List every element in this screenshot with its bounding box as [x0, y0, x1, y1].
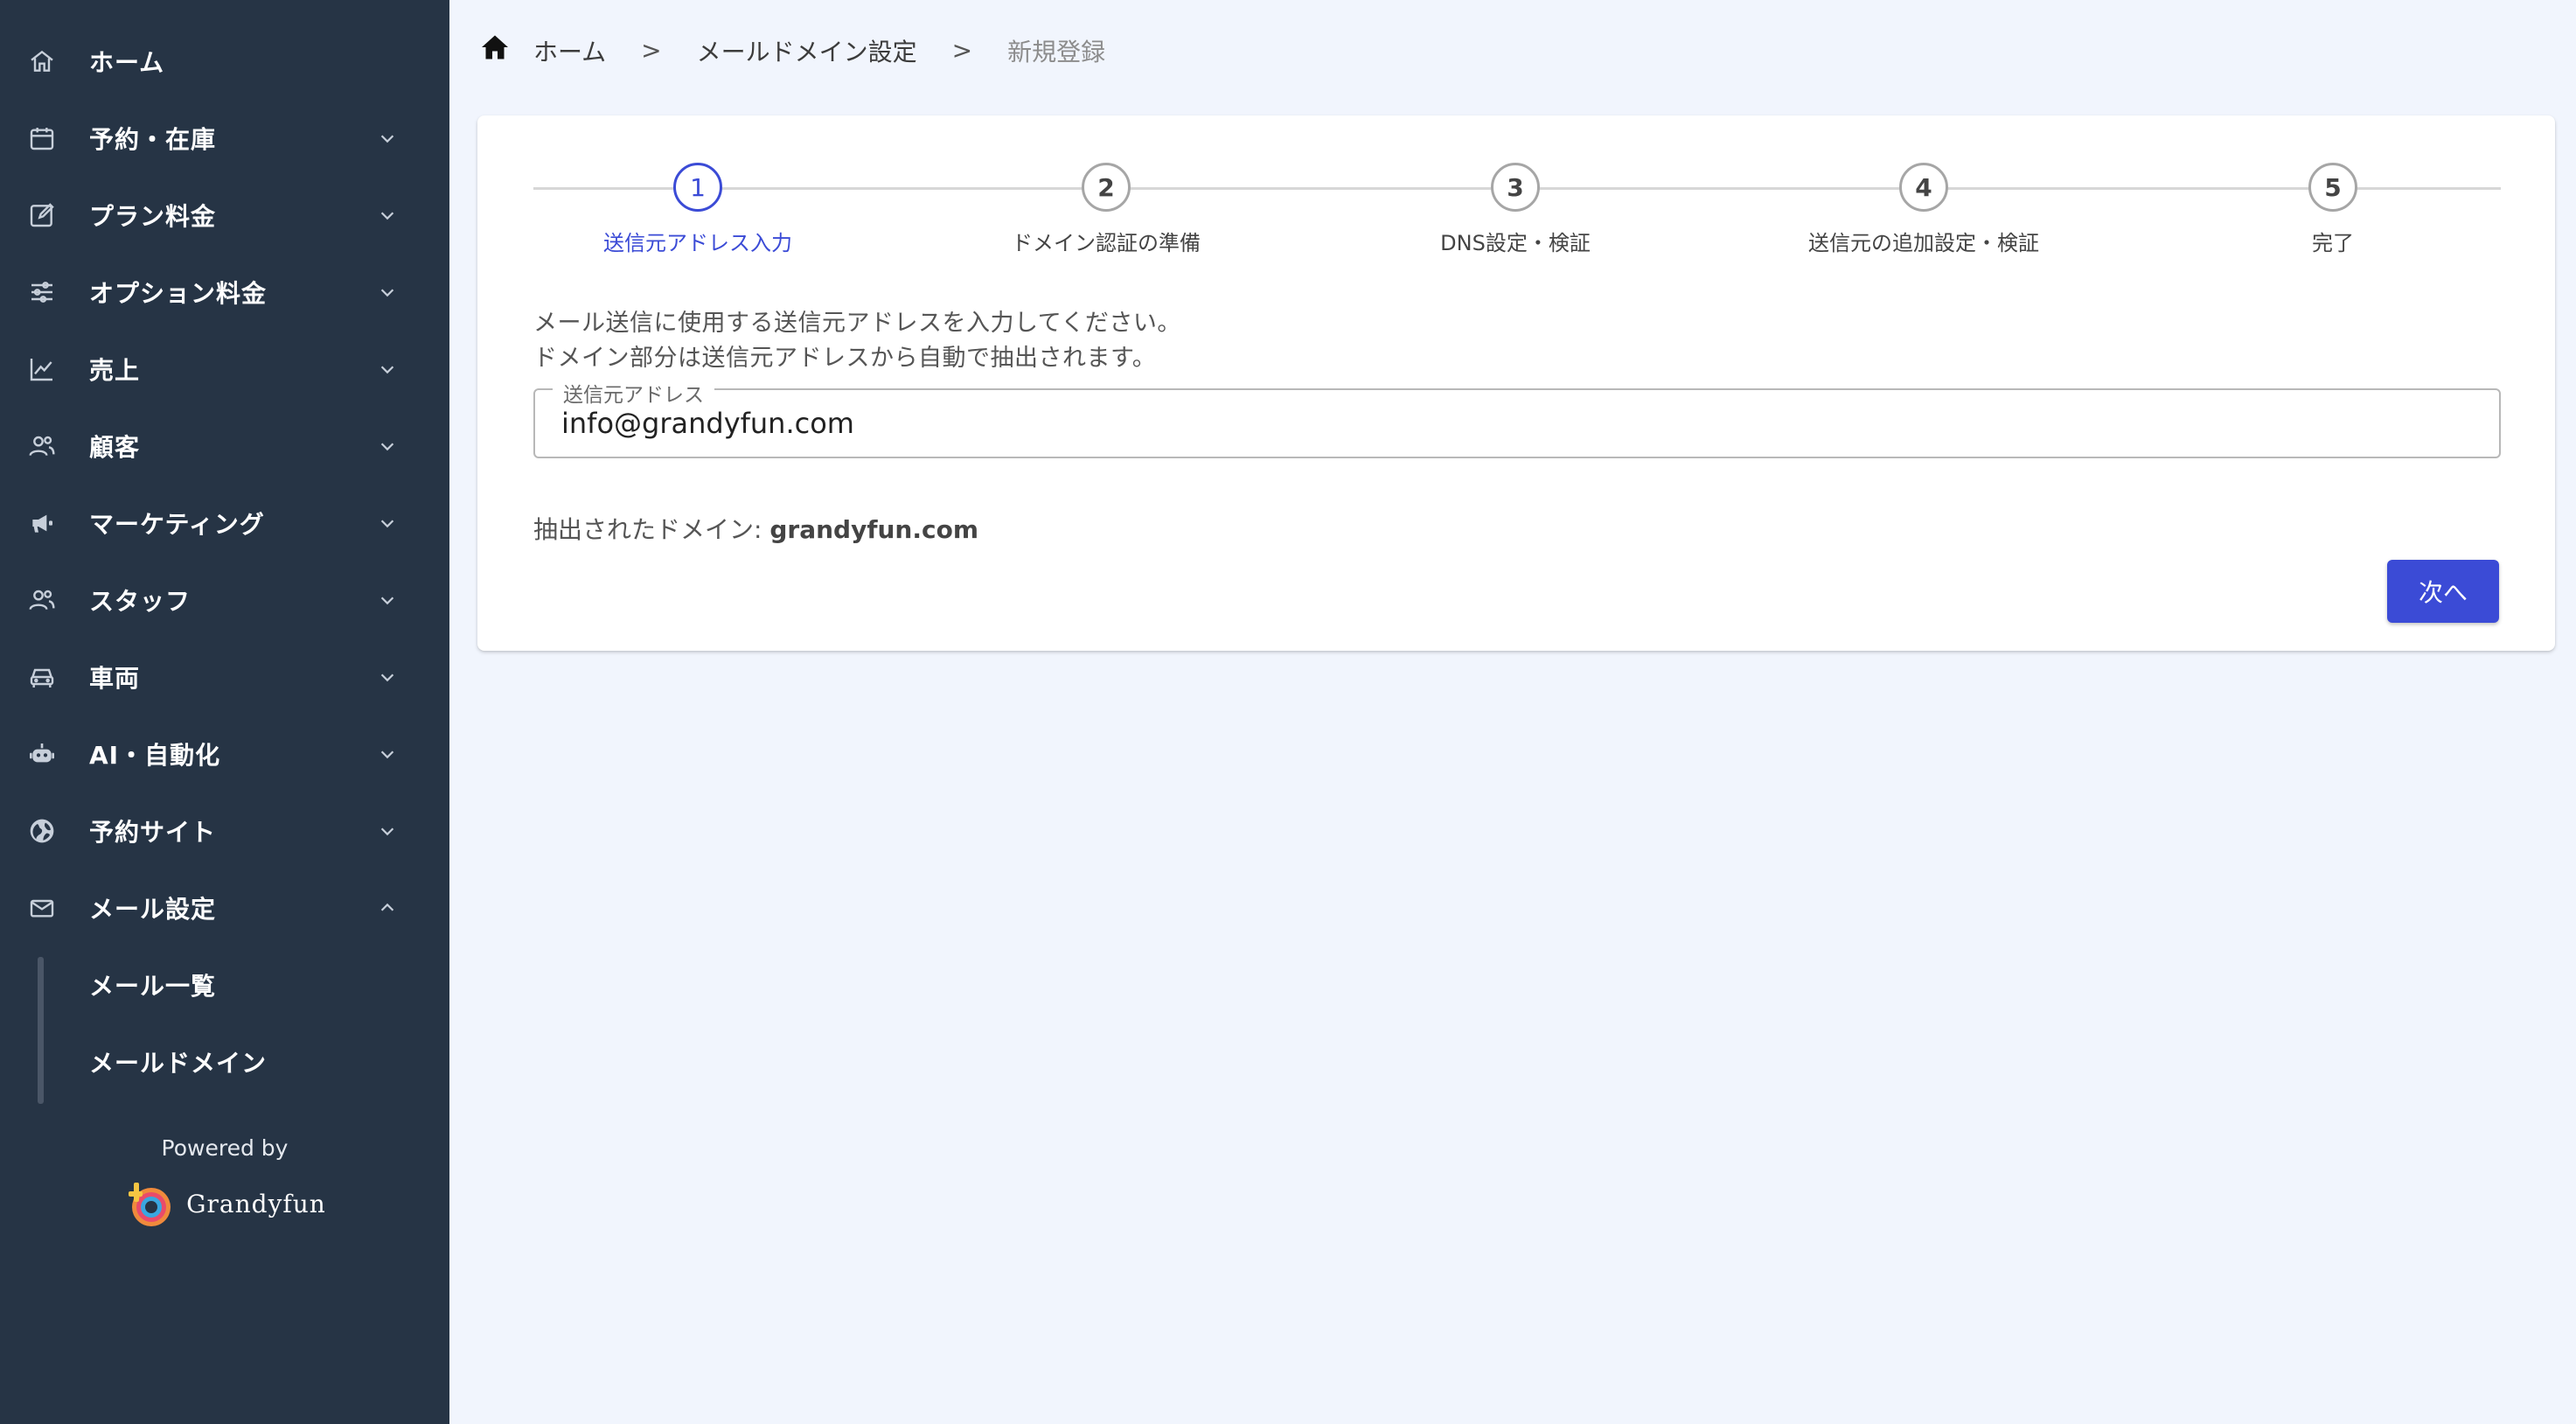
sidebar-subitem-mail-domain[interactable]: メールドメイン: [89, 1023, 449, 1100]
next-button[interactable]: 次へ: [2387, 560, 2499, 623]
brand-logo: Grandyfun: [0, 1177, 449, 1230]
step-1: 1 送信元アドレス入力: [567, 154, 829, 256]
sidebar-item-vehicles[interactable]: 車両: [0, 639, 449, 715]
chevron-down-icon: [378, 129, 397, 148]
breadcrumb-separator: >: [641, 36, 662, 65]
sliders-icon: [26, 276, 58, 308]
step-number: 2: [1082, 163, 1131, 212]
sidebar-item-label: 売上: [89, 356, 141, 385]
extracted-domain-value: grandyfun.com: [769, 515, 979, 544]
app-root: ホーム 予約・在庫 プラン料金 オプション料金 売上 顧客 マーケティング スタ…: [0, 0, 2576, 1424]
chevron-down-icon: [378, 283, 397, 302]
sidebar-item-label: プラン料金: [89, 202, 217, 231]
robot-icon: [26, 738, 58, 770]
users-icon: [26, 430, 58, 462]
step-2: 2 ドメイン認証の準備: [975, 154, 1237, 256]
globe-icon: [26, 815, 58, 847]
step-label: 送信元の追加設定・検証: [1808, 231, 2039, 255]
stepper: 1 送信元アドレス入力 2 ドメイン認証の準備 3 DNS設定・検証 4 送信元…: [533, 154, 2501, 259]
registration-card: 1 送信元アドレス入力 2 ドメイン認証の準備 3 DNS設定・検証 4 送信元…: [477, 115, 2555, 651]
chevron-up-icon: [378, 898, 397, 918]
step-5: 5 完了: [2202, 154, 2464, 256]
sidebar-item-home[interactable]: ホーム: [0, 23, 449, 100]
extracted-domain-label: 抽出されたドメイン:: [533, 515, 770, 544]
breadcrumb: ホーム > メールドメイン設定 > 新規登録: [479, 31, 1105, 69]
breadcrumb-home[interactable]: ホーム: [533, 33, 606, 68]
chevron-down-icon: [378, 590, 397, 610]
chevron-down-icon: [378, 667, 397, 687]
mail-icon: [26, 892, 58, 924]
step-number: 4: [1899, 163, 1948, 212]
sidebar-item-plan-pricing[interactable]: プラン料金: [0, 177, 449, 254]
chevron-down-icon: [378, 744, 397, 764]
breadcrumb-current: 新規登録: [1007, 37, 1106, 66]
step-number: 3: [1491, 163, 1540, 212]
breadcrumb-separator: >: [951, 36, 973, 65]
sender-address-label: 送信元アドレス: [553, 378, 714, 408]
step-4: 4 送信元の追加設定・検証: [1793, 154, 2055, 256]
sidebar-item-ai-automation[interactable]: AI・自動化: [0, 715, 449, 792]
sender-address-field: 送信元アドレス: [533, 378, 2501, 458]
step-label: ドメイン認証の準備: [1012, 231, 1201, 255]
sidebar-item-label: AI・自動化: [89, 741, 221, 770]
sidebar-item-label: 顧客: [89, 433, 141, 462]
step-label: DNS設定・検証: [1440, 231, 1591, 255]
sidebar-item-marketing[interactable]: マーケティング: [0, 485, 449, 562]
staff-icon: [26, 584, 58, 616]
sidebar-item-option-pricing[interactable]: オプション料金: [0, 254, 449, 331]
chevron-down-icon: [378, 206, 397, 225]
sidebar-item-label: ホーム: [89, 48, 165, 77]
breadcrumb-mail-domain-settings[interactable]: メールドメイン設定: [697, 33, 917, 68]
sidebar-item-label: スタッフ: [89, 587, 191, 616]
sidebar-item-label: マーケティング: [89, 510, 265, 539]
sidebar-item-sales[interactable]: 売上: [0, 331, 449, 408]
sidebar-item-reservations[interactable]: 予約・在庫: [0, 100, 449, 177]
step-3: 3 DNS設定・検証: [1384, 154, 1647, 256]
car-icon: [26, 661, 58, 693]
step-number: 1: [673, 163, 722, 212]
step-label: 完了: [2312, 231, 2354, 255]
home-icon: [26, 45, 58, 77]
sidebar-subitem-mail-list[interactable]: メール一覧: [89, 946, 449, 1023]
brand-name: Grandyfun: [186, 1189, 326, 1218]
chart-line-icon: [26, 353, 58, 385]
chevron-down-icon: [378, 513, 397, 533]
calendar-icon: [26, 122, 58, 154]
home-icon[interactable]: [479, 31, 511, 69]
step-number: 5: [2308, 163, 2357, 212]
sidebar-item-customers[interactable]: 顧客: [0, 408, 449, 485]
sidebar-item-label: 車両: [89, 664, 141, 693]
instruction-line: ドメイン部分は送信元アドレスから自動で抽出されます。: [533, 345, 1157, 372]
edit-icon: [26, 199, 58, 231]
grandyfun-logo-icon: [129, 1183, 171, 1226]
sidebar: ホーム 予約・在庫 プラン料金 オプション料金 売上 顧客 マーケティング スタ…: [0, 0, 449, 1424]
main-content: ホーム > メールドメイン設定 > 新規登録 1 送信元アドレス入力 2 ドメイ…: [449, 0, 2576, 1424]
powered-by-text: Powered by: [161, 1135, 289, 1161]
chevron-down-icon: [378, 359, 397, 379]
step-label: 送信元アドレス入力: [603, 231, 792, 255]
extracted-domain: 抽出されたドメイン: grandyfun.com: [533, 511, 978, 546]
sidebar-item-label: 予約・在庫: [89, 125, 217, 154]
instruction-line: メール送信に使用する送信元アドレスを入力してください。: [533, 310, 1181, 337]
chevron-down-icon: [378, 436, 397, 456]
chevron-down-icon: [378, 821, 397, 841]
sidebar-item-staff[interactable]: スタッフ: [0, 562, 449, 639]
sidebar-item-mail-settings[interactable]: メール設定: [0, 869, 449, 946]
sidebar-item-label: 予約サイト: [89, 818, 217, 847]
sidebar-item-label: オプション料金: [89, 279, 268, 308]
sidebar-item-label: メール設定: [89, 895, 217, 924]
megaphone-icon: [26, 507, 58, 539]
mail-settings-submenu: メール一覧 メールドメイン: [0, 946, 449, 1104]
sidebar-item-booking-site[interactable]: 予約サイト: [0, 792, 449, 869]
sender-address-input[interactable]: [561, 404, 2468, 443]
instructions: メール送信に使用する送信元アドレスを入力してください。 ドメイン部分は送信元アド…: [533, 306, 1181, 376]
